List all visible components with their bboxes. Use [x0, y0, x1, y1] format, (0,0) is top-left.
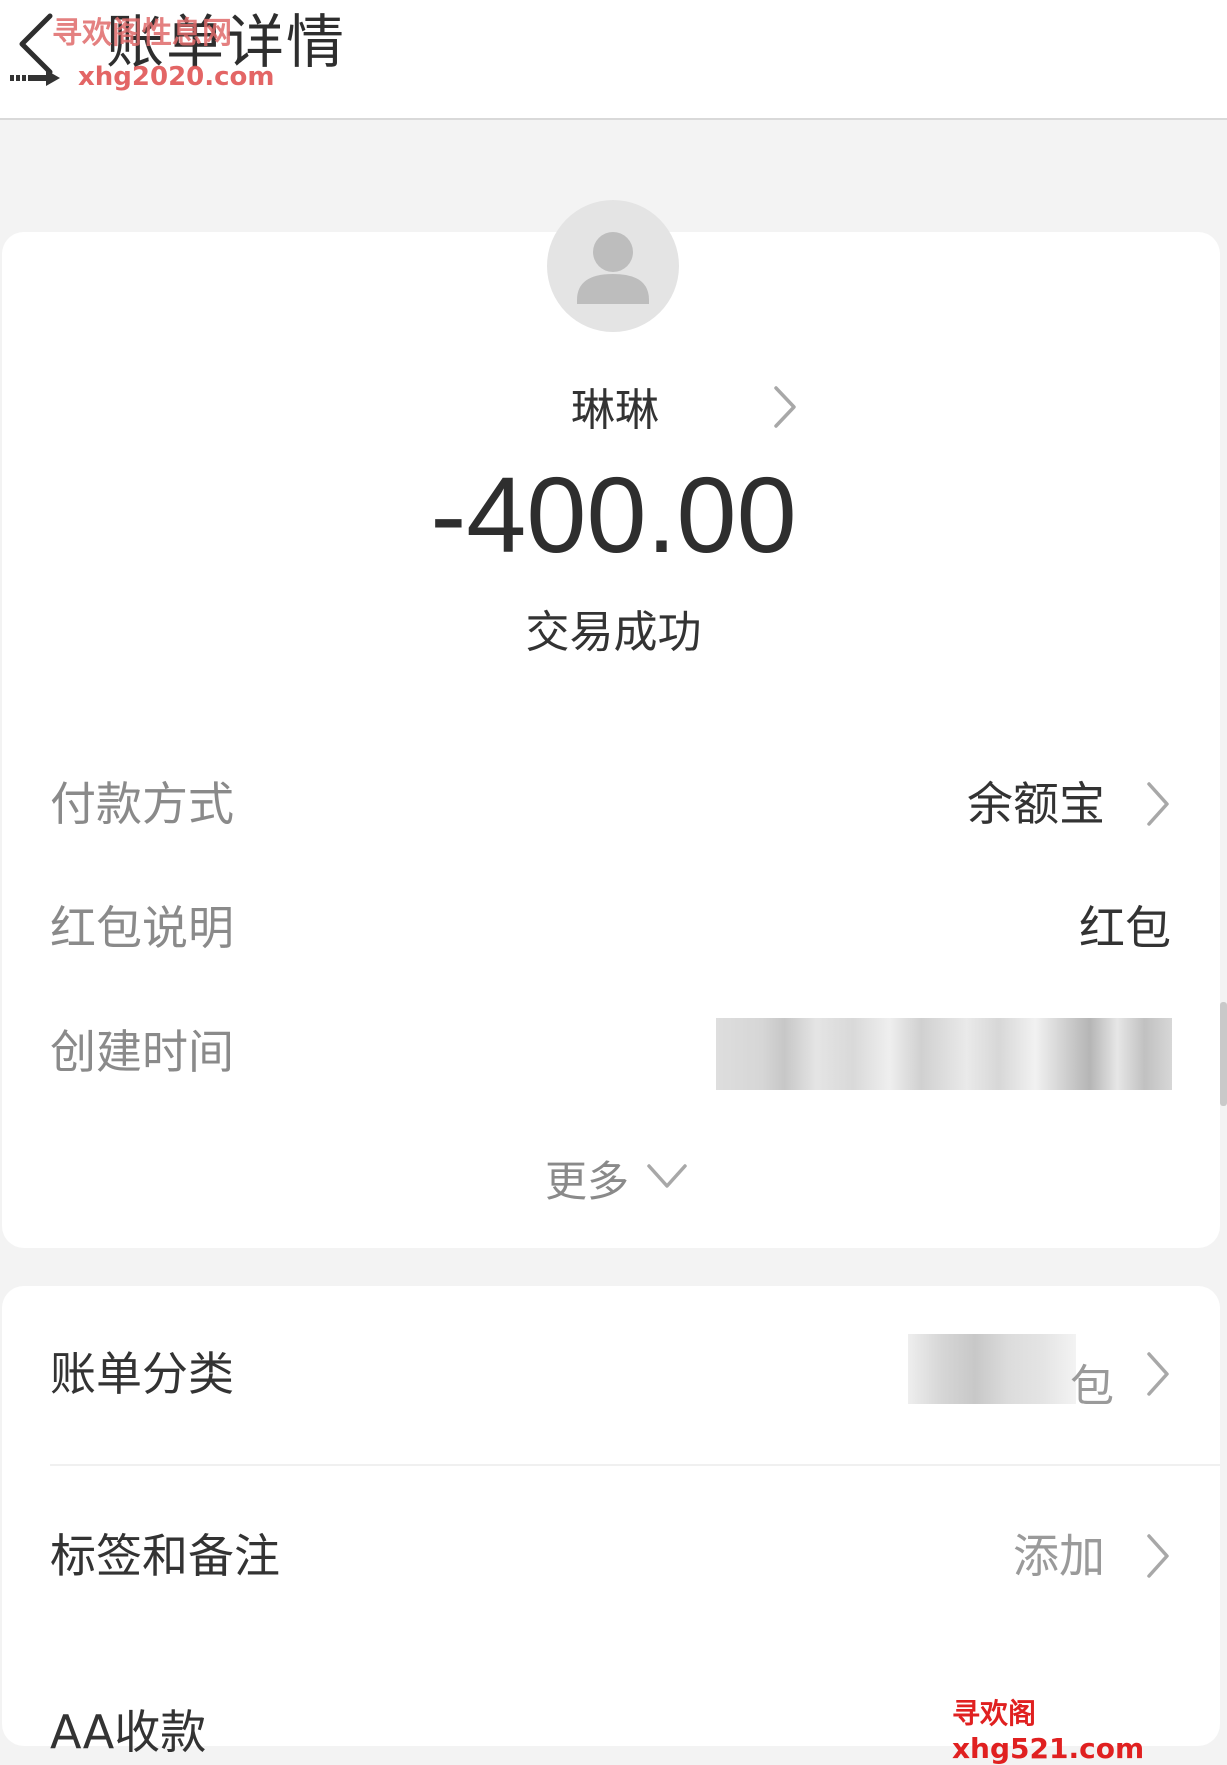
created-time-label: 创建时间 [50, 1025, 234, 1079]
bill-category-value-blurred [908, 1334, 1076, 1404]
created-time-value-blurred [716, 1018, 1172, 1090]
chevron-right-icon [1147, 1534, 1169, 1578]
watermark-url: xhg2020.com [78, 62, 275, 92]
chevron-right-icon [1147, 782, 1169, 826]
transaction-amount: -400.00 [430, 454, 797, 575]
user-silhouette-icon [577, 232, 649, 304]
more-label: 更多 [545, 1157, 630, 1206]
chevron-right-icon [1147, 1352, 1169, 1396]
tags-notes-row[interactable]: 标签和备注 添加 [0, 1510, 1227, 1600]
payment-method-value: 余额宝 [967, 777, 1105, 831]
bill-category-label: 账单分类 [50, 1347, 234, 1401]
top-bar: 账单详情 寻欢阁性息网 xhg2020.com [0, 0, 1227, 120]
watermark-bottom: 寻欢阁xhg521.com [952, 1697, 1145, 1765]
tags-notes-label: 标签和备注 [50, 1529, 280, 1583]
scrollbar[interactable] [1220, 1002, 1227, 1106]
avatar[interactable] [547, 200, 679, 332]
red-packet-note-label: 红包说明 [50, 901, 234, 955]
arrow-right-icon [10, 70, 60, 86]
chevron-down-icon [647, 1164, 687, 1188]
bill-category-value-tail: 包 [1070, 1361, 1114, 1412]
watermark-site-name: 寻欢阁性息网 [52, 16, 232, 51]
chevron-right-icon [774, 386, 796, 428]
tags-notes-add[interactable]: 添加 [1013, 1520, 1105, 1586]
red-packet-note-row: 红包说明 红包 [0, 882, 1227, 972]
red-packet-note-value: 红包 [1079, 901, 1171, 955]
more-toggle[interactable]: 更多 [0, 1140, 1227, 1210]
payment-method-row[interactable]: 付款方式 余额宝 [0, 758, 1227, 848]
divider [50, 1464, 1220, 1466]
transaction-status: 交易成功 [525, 607, 702, 658]
aa-collect-label[interactable]: AA收款 [50, 1696, 206, 1762]
counterparty-row[interactable]: 琳琳 [0, 370, 1227, 440]
counterparty-name: 琳琳 [571, 385, 659, 436]
payment-method-label: 付款方式 [50, 777, 234, 831]
